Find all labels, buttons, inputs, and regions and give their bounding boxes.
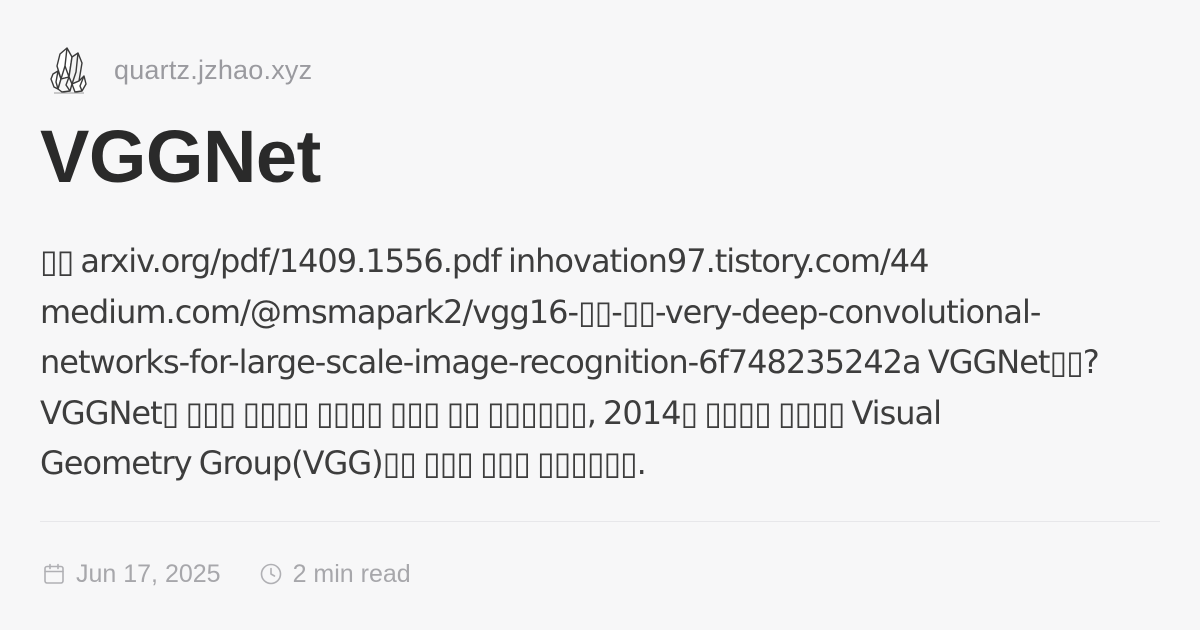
reading-time: 2 min read [259,560,411,589]
page-excerpt: ▯▯ arxiv.org/pdf/1409.1556.pdf inhovatio… [40,242,1100,482]
publish-date: Jun 17, 2025 [42,560,221,589]
divider [40,521,1160,522]
page-title: VGGNet [40,115,321,198]
crystal-cluster-icon[interactable] [48,44,88,96]
meta-row: Jun 17, 2025 2 min read [42,556,411,592]
reading-time-text: 2 min read [292,559,411,588]
site-domain[interactable]: quartz.jzhao.xyz [114,55,312,86]
publish-date-text: Jun 17, 2025 [76,559,221,588]
site-header: quartz.jzhao.xyz [48,42,312,98]
calendar-icon [42,562,66,586]
clock-icon [259,562,283,586]
